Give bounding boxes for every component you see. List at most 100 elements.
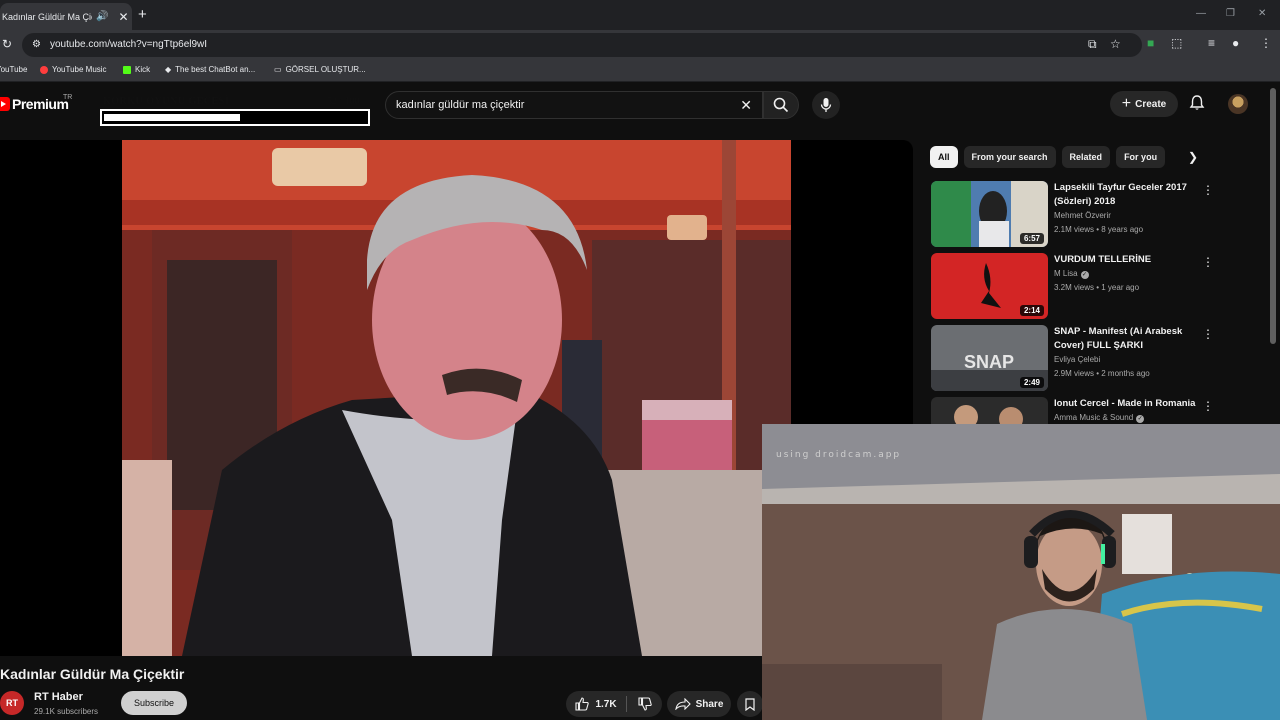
like-divider bbox=[626, 696, 627, 712]
list-item[interactable]: 2:14 VURDUM TELLERİNE M Lisa ✓ 3.2M views… bbox=[931, 253, 1221, 325]
share-icon bbox=[674, 698, 691, 710]
bookmarks-bar: YouTube YouTube Music Kick ◆The best Cha… bbox=[0, 60, 1280, 82]
channel-name[interactable]: Amma Music & Sound ✓ bbox=[1054, 413, 1145, 423]
like-button[interactable]: 1.7K bbox=[566, 691, 626, 717]
search-query[interactable]: kadınlar güldür ma çiçektir bbox=[396, 99, 524, 111]
chip-all[interactable]: All bbox=[930, 146, 958, 168]
chip-related[interactable]: Related bbox=[1061, 146, 1111, 168]
bookmark-chatbot[interactable]: ◆ The best ChatBot an... bbox=[165, 65, 255, 74]
bookmark-gorsel[interactable]: ▭ GÖRSEL OLUŞTUR... bbox=[274, 65, 366, 74]
microphone-icon bbox=[820, 98, 832, 112]
stream-progress-bar bbox=[100, 109, 370, 126]
extension-icon[interactable]: ■ bbox=[1147, 36, 1154, 50]
svg-text:SNAP: SNAP bbox=[964, 352, 1014, 372]
video-thumbnail[interactable]: SNAP 2:49 bbox=[931, 325, 1048, 391]
address-bar[interactable]: ⚙ youtube.com/watch?v=ngTtp6el9wI ⧉ ☆ bbox=[22, 33, 1142, 57]
chip-from-your-search[interactable]: From your search bbox=[963, 146, 1056, 168]
share-button[interactable]: Share bbox=[667, 691, 731, 717]
reading-list-icon[interactable]: ≡ bbox=[1208, 36, 1215, 50]
channel-name-main[interactable]: RT Haber bbox=[34, 691, 83, 703]
like-count: 1.7K bbox=[595, 698, 617, 710]
video-frame-image bbox=[122, 140, 791, 656]
webcam-overlay: using droidcam.app bbox=[762, 424, 1280, 720]
dislike-button[interactable] bbox=[628, 691, 662, 717]
video-thumbnail[interactable]: 6:57 bbox=[931, 181, 1048, 247]
video-title[interactable]: Lapsekili Tayfur Geceler 2017 (Sözleri) … bbox=[1054, 181, 1209, 209]
channel-name[interactable]: Mehmet Özverir bbox=[1054, 211, 1111, 220]
browser-tab-bar: Kadınlar Güldür Ma Çiçektir 🔊 ✕ + — ❐ ✕ bbox=[0, 0, 1280, 30]
search-icon bbox=[773, 97, 789, 113]
profile-icon[interactable]: ● bbox=[1232, 36, 1239, 50]
browser-toolbar: ↻ ⚙ youtube.com/watch?v=ngTtp6el9wI ⧉ ☆ … bbox=[0, 30, 1280, 60]
filter-chips: All From your search Related For you bbox=[930, 146, 1166, 168]
video-frame bbox=[122, 140, 791, 656]
channel-name[interactable]: Evliya Çelebi bbox=[1054, 355, 1100, 364]
account-avatar[interactable] bbox=[1228, 94, 1248, 114]
channel-avatar[interactable]: RT bbox=[0, 691, 24, 715]
site-info-icon[interactable]: ⚙ bbox=[32, 39, 41, 50]
verified-icon: ✓ bbox=[1136, 415, 1145, 423]
webcam-watermark: using droidcam.app bbox=[776, 450, 902, 460]
video-meta: 2.9M views • 2 months ago bbox=[1054, 369, 1150, 378]
stream-overlay-label: KORKU OYUNU GECESİ bbox=[103, 96, 230, 107]
subscriber-count: 29.1K subscribers bbox=[34, 707, 99, 716]
chip-for-you[interactable]: For you bbox=[1116, 146, 1166, 168]
bookmark-kick[interactable]: Kick bbox=[123, 65, 150, 74]
save-button[interactable] bbox=[737, 691, 763, 717]
stream-progress-fill bbox=[104, 114, 240, 121]
url-text[interactable]: youtube.com/watch?v=ngTtp6el9wI bbox=[50, 39, 207, 50]
more-options-icon[interactable]: ⋮ bbox=[1202, 399, 1214, 413]
share-label: Share bbox=[695, 698, 724, 710]
video-thumbnail[interactable]: 2:14 bbox=[931, 253, 1048, 319]
video-title[interactable]: SNAP - Manifest (Ai Arabesk Cover) FULL … bbox=[1054, 325, 1209, 353]
install-app-icon[interactable]: ⧉ bbox=[1088, 37, 1097, 52]
chevron-right-icon[interactable]: ❯ bbox=[1188, 150, 1198, 164]
reload-icon[interactable]: ↻ bbox=[2, 37, 12, 51]
browser-tab[interactable]: Kadınlar Güldür Ma Çiçektir 🔊 ✕ bbox=[0, 3, 132, 30]
video-title[interactable]: Ionut Cercel - Made in Romania bbox=[1054, 397, 1209, 411]
page-scrollbar[interactable] bbox=[1270, 88, 1276, 344]
more-options-icon[interactable]: ⋮ bbox=[1202, 327, 1214, 341]
more-options-icon[interactable]: ⋮ bbox=[1202, 255, 1214, 269]
youtube-header: Premium TR KORKU OYUNU GECESİ 52 / 100 k… bbox=[0, 82, 1280, 140]
bookmark-youtube-music[interactable]: YouTube Music bbox=[40, 65, 107, 74]
speaker-icon[interactable]: 🔊 bbox=[96, 11, 108, 22]
voice-search-button[interactable] bbox=[812, 91, 840, 119]
search-input[interactable]: kadınlar güldür ma çiçektir ✕ bbox=[385, 91, 763, 119]
bookmark-youtube[interactable]: YouTube bbox=[0, 65, 27, 74]
premium-label: Premium bbox=[12, 96, 69, 112]
list-item[interactable]: SNAP 2:49 SNAP - Manifest (Ai Arabesk Co… bbox=[931, 325, 1221, 397]
more-options-icon[interactable]: ⋮ bbox=[1202, 183, 1214, 197]
video-title[interactable]: VURDUM TELLERİNE bbox=[1054, 253, 1209, 267]
folder-icon: ▭ bbox=[274, 65, 282, 74]
video-meta: 3.2M views • 1 year ago bbox=[1054, 283, 1140, 292]
bookmark-icon bbox=[745, 697, 755, 711]
region-code: TR bbox=[63, 94, 73, 101]
like-dislike-group: 1.7K bbox=[566, 691, 662, 717]
new-tab-icon[interactable]: + bbox=[138, 6, 147, 23]
video-meta: 2.1M views • 8 years ago bbox=[1054, 225, 1144, 234]
channel-name[interactable]: M Lisa ✓ bbox=[1054, 269, 1089, 279]
notifications-bell-icon[interactable] bbox=[1188, 94, 1206, 117]
duration-badge: 2:49 bbox=[1019, 377, 1044, 388]
menu-kebab-icon[interactable]: ⋮ bbox=[1260, 36, 1272, 50]
duration-badge: 2:14 bbox=[1019, 305, 1044, 316]
window-close-icon[interactable]: ✕ bbox=[1258, 8, 1266, 19]
bookmark-star-icon[interactable]: ☆ bbox=[1110, 37, 1121, 51]
close-icon[interactable]: ✕ bbox=[118, 10, 128, 24]
subscribe-button[interactable]: Subscribe bbox=[121, 691, 187, 715]
webcam-feed-image bbox=[762, 424, 1280, 720]
clear-search-icon[interactable]: ✕ bbox=[740, 97, 752, 114]
minimize-icon[interactable]: — bbox=[1196, 8, 1206, 19]
tab-title: Kadınlar Güldür Ma Çiçektir bbox=[2, 11, 92, 22]
create-button[interactable]: + Create bbox=[1110, 91, 1178, 117]
search-button[interactable] bbox=[763, 91, 799, 119]
extensions-puzzle-icon[interactable]: ⬚ bbox=[1171, 36, 1182, 50]
youtube-play-icon bbox=[0, 97, 10, 111]
video-title-main: Kadınlar Güldür Ma Çiçektir bbox=[0, 666, 185, 682]
thumbs-up-icon bbox=[575, 697, 590, 711]
youtube-logo[interactable]: Premium bbox=[0, 96, 69, 112]
kick-icon bbox=[123, 65, 131, 74]
list-item[interactable]: 6:57 Lapsekili Tayfur Geceler 2017 (Sözl… bbox=[931, 181, 1221, 253]
maximize-icon[interactable]: ❐ bbox=[1226, 8, 1235, 19]
